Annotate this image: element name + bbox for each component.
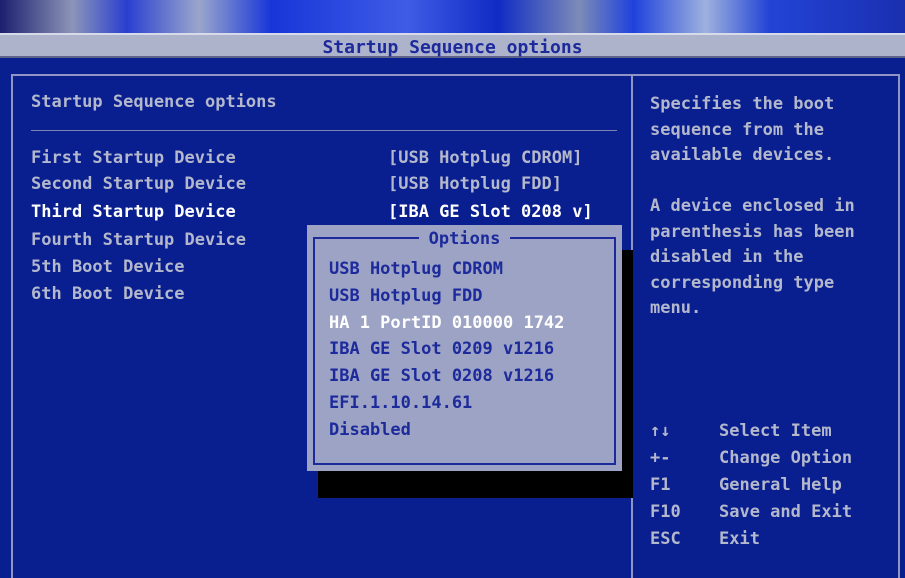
second-startup-device-value[interactable]: [USB Hotplug FDD] xyxy=(388,174,562,194)
option-item[interactable]: USB Hotplug FDD xyxy=(329,286,483,306)
option-item[interactable]: EFI.1.10.14.61 xyxy=(329,393,472,413)
options-popup: Options USB Hotplug CDROM USB Hotplug FD… xyxy=(307,225,622,471)
fifth-boot-device-label[interactable]: 5th Boot Device xyxy=(31,257,185,277)
option-item[interactable]: IBA GE Slot 0208 v1216 xyxy=(329,366,554,386)
sixth-boot-device-label[interactable]: 6th Boot Device xyxy=(31,284,185,304)
option-item-selected[interactable]: HA 1 PortID 010000 1742 xyxy=(329,313,564,333)
key-hint-label: Exit xyxy=(719,529,760,549)
option-item[interactable]: Disabled xyxy=(329,420,411,440)
key-hint-label: Select Item xyxy=(719,421,832,441)
fourth-startup-device-label[interactable]: Fourth Startup Device xyxy=(31,230,246,250)
arrows-key-icon: ↑↓ xyxy=(650,421,671,441)
f10-key: F10 xyxy=(650,502,681,522)
option-item[interactable]: IBA GE Slot 0209 v1216 xyxy=(329,339,554,359)
key-hint-label: Change Option xyxy=(719,448,853,468)
f1-key: F1 xyxy=(650,475,671,495)
window-title: Startup Sequence options xyxy=(322,37,583,58)
title-bar: Startup Sequence options xyxy=(0,33,905,58)
second-startup-device-label[interactable]: Second Startup Device xyxy=(31,174,246,194)
plus-minus-key: +- xyxy=(650,448,671,468)
popup-title: Options xyxy=(307,229,622,249)
key-hint-label: Save and Exit xyxy=(719,502,853,522)
third-startup-device-value[interactable]: [IBA GE Slot 0208 v] xyxy=(388,202,593,222)
top-banner xyxy=(0,0,905,33)
help-description: Specifies the boot sequence from the ava… xyxy=(650,94,855,318)
key-hint-label: General Help xyxy=(719,475,842,495)
option-item[interactable]: USB Hotplug CDROM xyxy=(329,259,503,279)
first-startup-device-label[interactable]: First Startup Device xyxy=(31,148,236,168)
heading-divider xyxy=(31,130,617,131)
section-heading: Startup Sequence options xyxy=(31,92,277,112)
third-startup-device-label[interactable]: Third Startup Device xyxy=(31,202,236,222)
esc-key: ESC xyxy=(650,529,681,549)
first-startup-device-value[interactable]: [USB Hotplug CDROM] xyxy=(388,148,582,168)
